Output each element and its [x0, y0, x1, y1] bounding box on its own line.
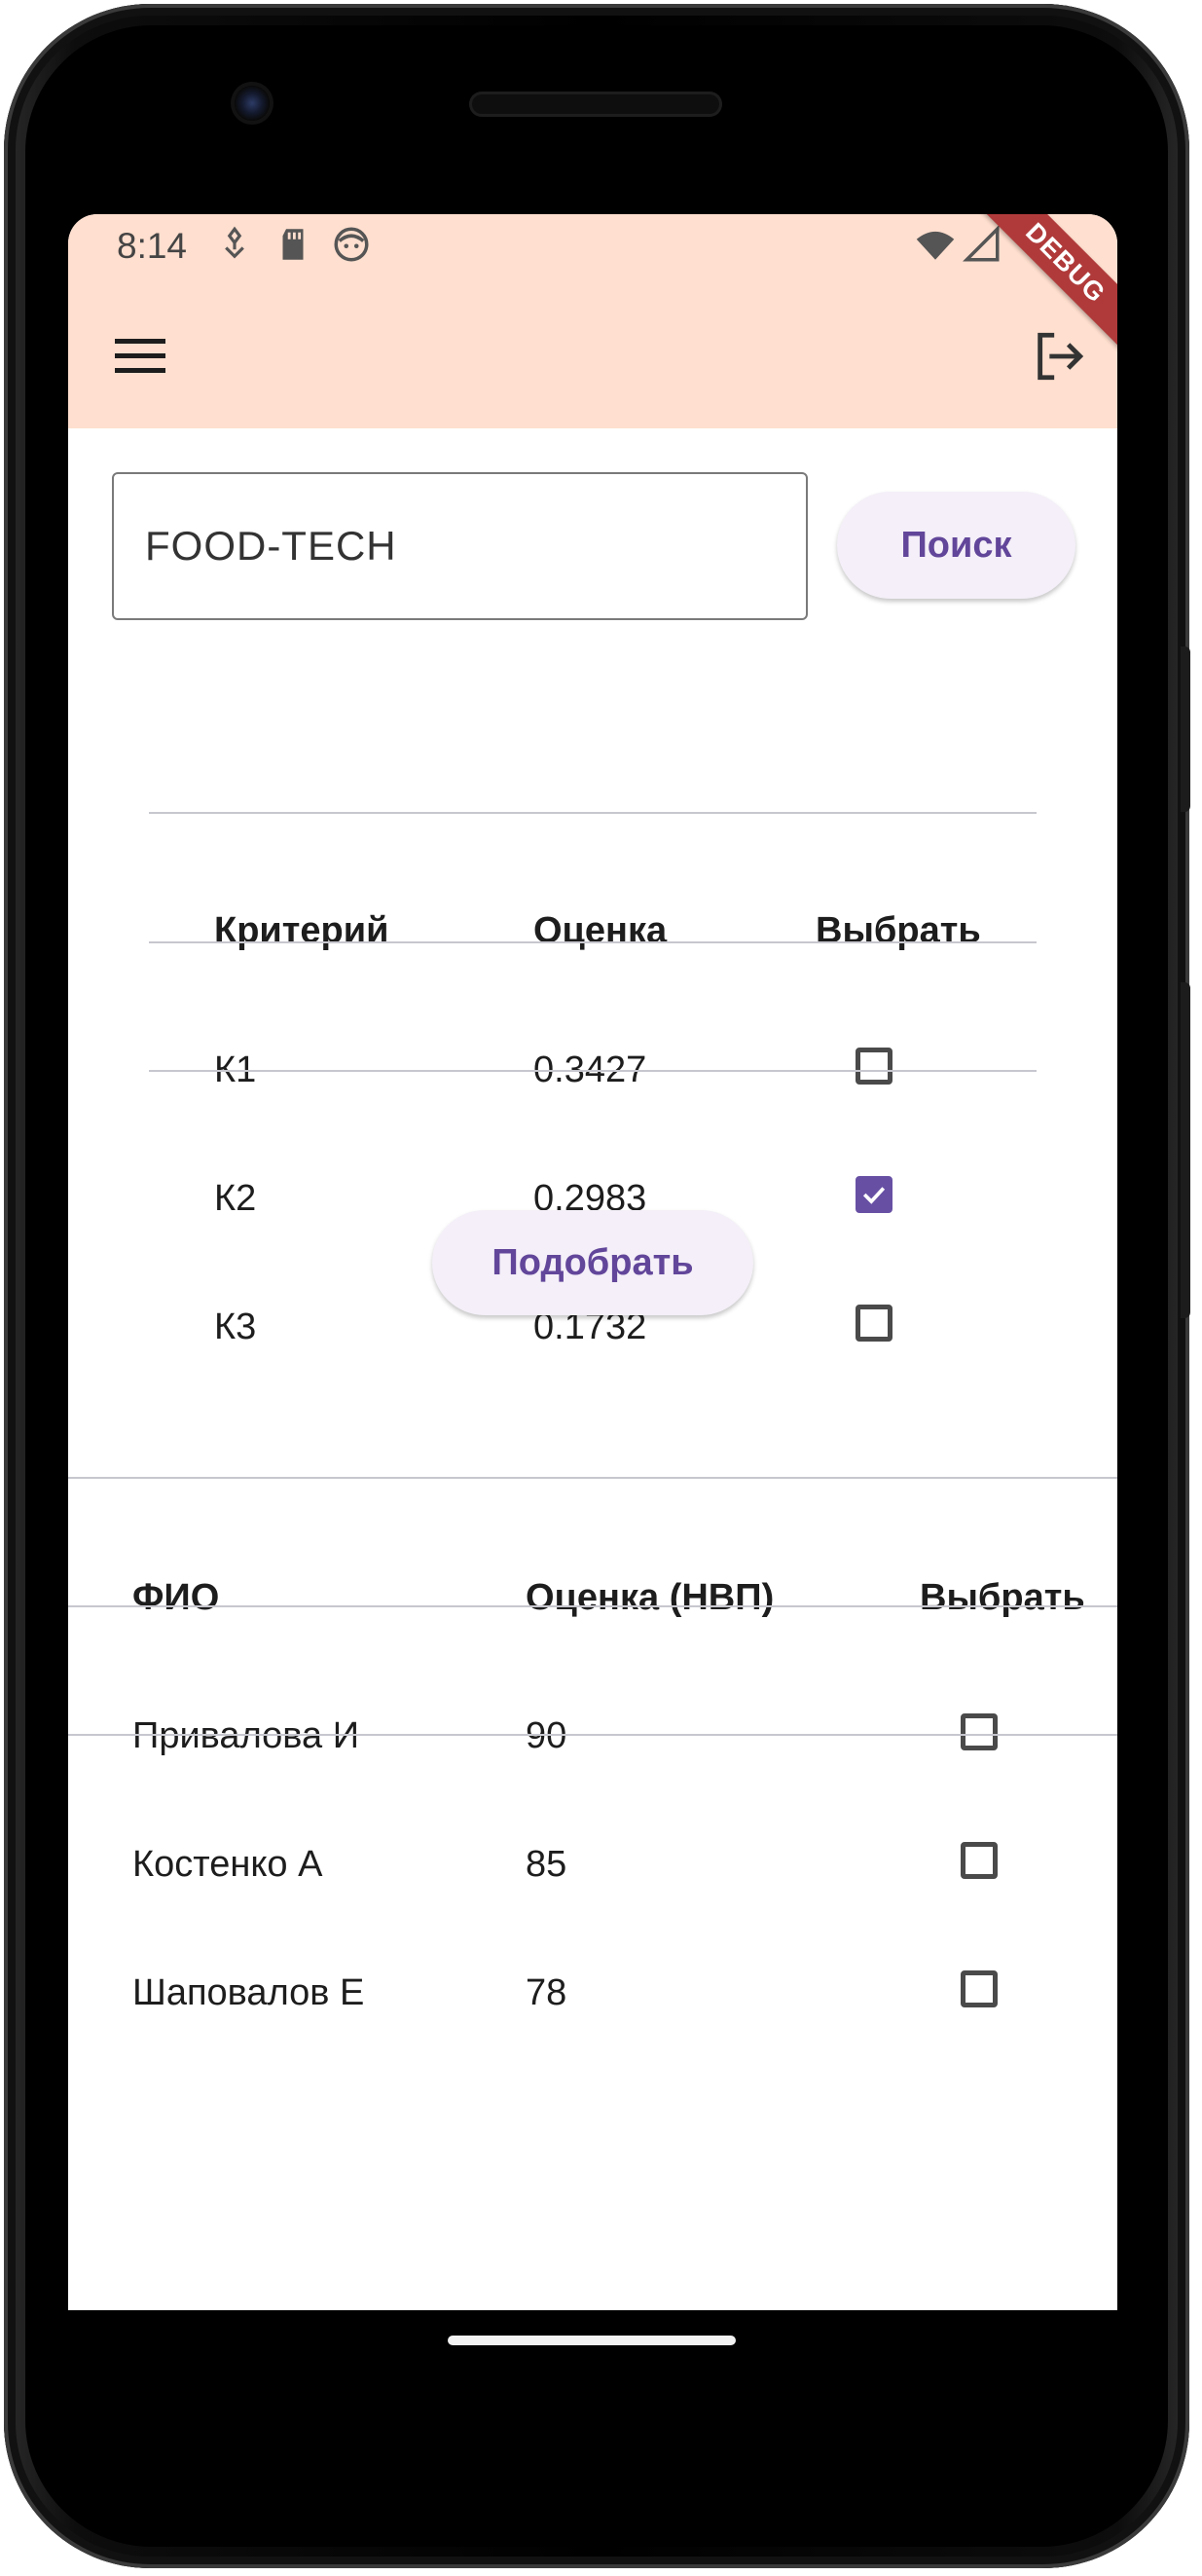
earpiece-speaker — [469, 92, 722, 117]
person-checkbox[interactable] — [961, 1842, 998, 1879]
criterion-checkbox[interactable] — [856, 1048, 892, 1085]
app-screen: 8:14 DEBUG FOOD-TECH Поиск Критерий Оцен… — [68, 214, 1117, 2310]
person-checkbox[interactable] — [961, 1713, 998, 1750]
person-score: 90 — [526, 1715, 567, 1756]
hamburger-menu-icon — [115, 339, 165, 373]
table-divider — [68, 1734, 1117, 1736]
logout-icon — [1038, 332, 1084, 381]
download-icon — [214, 224, 255, 265]
logout-button[interactable] — [1020, 317, 1098, 395]
table-divider — [149, 1070, 1037, 1072]
person-name: Костенко А — [132, 1844, 323, 1885]
criterion-checkbox[interactable] — [856, 1176, 892, 1213]
match-button[interactable]: Подобрать — [432, 1210, 753, 1315]
table-divider — [149, 941, 1037, 943]
volume-button — [1181, 982, 1190, 1318]
table-divider — [68, 1477, 1117, 1479]
table-divider — [68, 1605, 1117, 1607]
cell-signal-icon — [962, 224, 1002, 265]
person-score: 85 — [526, 1844, 567, 1885]
search-input[interactable] — [114, 474, 806, 618]
checkmark-icon — [862, 1187, 886, 1204]
face-icon — [331, 224, 372, 265]
person-name: Шаповалов Е — [132, 1972, 365, 2013]
search-field[interactable] — [112, 472, 808, 620]
sd-card-icon — [273, 224, 313, 265]
power-button — [1181, 646, 1190, 812]
criteria-header-score: Оценка — [533, 910, 668, 951]
criterion-checkbox[interactable] — [856, 1305, 892, 1342]
person-name: Привалова И — [132, 1715, 360, 1756]
search-button[interactable]: Поиск — [837, 492, 1075, 599]
criteria-header-select: Выбрать — [816, 910, 981, 951]
person-score: 78 — [526, 1972, 567, 2013]
people-header-score: Оценка (НВП) — [526, 1577, 775, 1618]
person-checkbox[interactable] — [961, 1970, 998, 2007]
home-indicator[interactable] — [448, 2336, 736, 2345]
people-header-name: ФИО — [132, 1577, 220, 1618]
app-bar: 8:14 DEBUG — [68, 214, 1117, 428]
criterion-name: К3 — [214, 1306, 257, 1347]
criterion-name: К2 — [214, 1178, 257, 1219]
people-header-select: Выбрать — [920, 1577, 1085, 1618]
status-time: 8:14 — [117, 226, 188, 266]
wifi-icon — [915, 224, 956, 265]
front-camera — [235, 86, 270, 121]
criteria-header-criterion: Критерий — [214, 910, 389, 951]
menu-button[interactable] — [103, 319, 177, 393]
table-divider — [149, 812, 1037, 814]
